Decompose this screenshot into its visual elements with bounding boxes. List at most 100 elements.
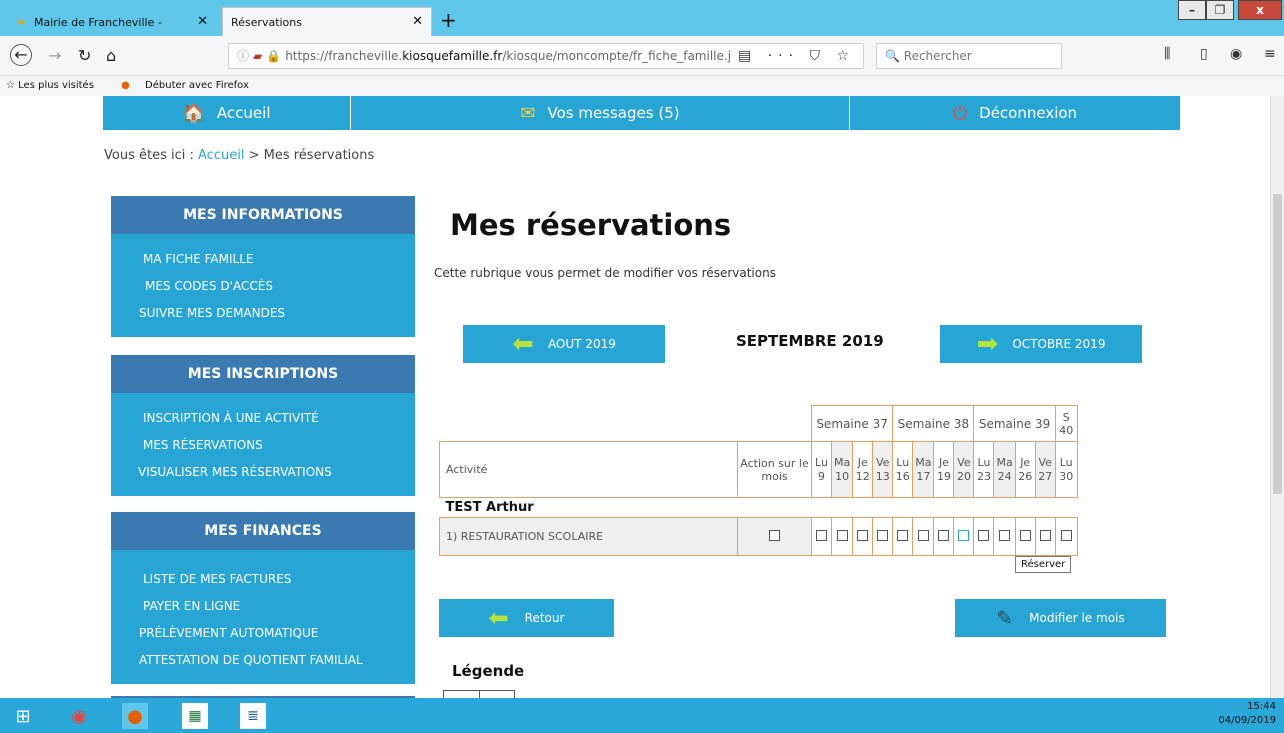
forward-icon[interactable]: → [48,46,61,65]
sidebar-link-fiche-famille[interactable]: MA FICHE FAMILLE [111,246,415,273]
reserve-checkbox[interactable] [857,529,869,541]
bookmark-most-visited[interactable]: ☆ Les plus visités [6,80,106,91]
reserve-checkbox[interactable] [877,529,889,541]
sidebar-link-prelevement[interactable]: PRÉLÈVEMENT AUTOMATIQUE [111,620,415,647]
day-header: Ve 27 [1034,441,1056,498]
nav-messages[interactable]: ✉ Vos messages (5) [351,96,850,130]
bookmark-firefox[interactable]: ● Débuter avec Firefox [121,80,261,91]
calc-spreadsheet-icon[interactable]: ▦ [182,703,208,729]
power-icon: ⏻ [952,102,968,124]
modify-month-button[interactable]: ✎ Modifier le mois [955,599,1166,637]
week-header: S 40 [1054,405,1078,442]
reserve-checkbox[interactable] [816,529,827,541]
firefox-icon[interactable]: ● [122,703,148,729]
day-cell [811,517,832,556]
day-header: Ma 24 [993,441,1016,498]
month-action-cell [737,517,812,556]
new-tab-button[interactable]: + [440,8,457,32]
scrollbar-thumb[interactable] [1273,194,1282,494]
week-header: Semaine 38 [892,405,975,442]
day-cell [1054,517,1078,556]
day-cell [892,517,914,556]
day-header: Je 26 [1014,441,1036,498]
sidebar-link-visualiser-reservations[interactable]: VISUALISER MES RÉSERVATIONS [111,459,415,486]
breadcrumb-home-link[interactable]: Accueil [198,148,244,163]
reserve-checkbox[interactable] [958,529,970,541]
day-cell [933,517,955,556]
back-button[interactable]: ⬅ Retour [439,599,614,637]
sidebar-link-inscription-activite[interactable]: INSCRIPTION À UNE ACTIVITÉ [111,405,415,432]
day-cell [953,517,975,556]
sidebar-link-codes-acces[interactable]: MES CODES D'ACCÈS [111,273,415,300]
page-scrollbar[interactable] [1270,96,1284,698]
reserve-checkbox[interactable] [1019,529,1031,541]
system-clock[interactable]: 15:44 04/09/2019 [1218,700,1276,728]
child-name: TEST Arthur [439,497,1078,518]
chrome-icon[interactable]: ◉ [66,703,92,729]
sidebar-link-suivre-demandes[interactable]: SUIVRE MES DEMANDES [111,300,415,327]
close-window-button[interactable]: x [1238,0,1282,20]
nav-label: Déconnexion [979,104,1078,122]
reload-icon[interactable]: ↻ [78,46,91,65]
top-navigation: 🏠 Accueil ✉ Vos messages (5) ⏻ Déconnexi… [103,96,1180,130]
clock-date: 04/09/2019 [1218,715,1276,726]
info-icon[interactable]: ⓘ [237,49,249,63]
home-icon[interactable]: ⌂ [106,46,116,65]
reserve-checkbox[interactable] [1039,529,1051,541]
breadcrumb-current: Mes réservations [263,148,375,163]
url-actions[interactable]: ▤ ··· ⛉ ☆ [738,44,855,68]
reserve-checkbox[interactable] [999,529,1011,541]
reserve-checkbox[interactable] [897,529,909,541]
day-cell [912,517,935,556]
sidebar-heading: MES INFORMATIONS [111,196,415,234]
arrow-right-icon: ➡ [976,329,999,359]
library-icon[interactable]: ⫼ [1164,46,1170,62]
clock-time: 15:44 [1247,701,1276,712]
account-icon[interactable]: ◉ [1230,46,1242,62]
week-header: Semaine 39 [973,405,1056,442]
minimize-button[interactable]: – [1178,0,1206,20]
close-tab-icon[interactable]: ✕ [412,14,423,29]
reserve-checkbox[interactable] [917,529,929,541]
maximize-button[interactable]: ❐ [1206,0,1234,20]
tab-mairie[interactable]: ❧ Mairie de Francheville - ✕ [6,8,216,36]
sidebar-link-factures[interactable]: LISTE DE MES FACTURES [111,566,415,593]
arrow-left-icon: ⬅ [512,329,534,359]
day-header: Ma 17 [912,441,935,498]
sidebar-link-mes-reservations[interactable]: MES RÉSERVATIONS [111,432,415,459]
activity-name: 1) RESTAURATION SCOLAIRE [439,517,738,556]
tab-reservations[interactable]: Réservations ✕ [222,7,432,36]
prev-month-button[interactable]: ⬅ AOUT 2019 [463,325,665,363]
sidebar-link-payer-en-ligne[interactable]: PAYER EN LIGNE [111,593,415,620]
sidebar-link-attestation-qf[interactable]: ATTESTATION DE QUOTIENT FAMILIAL [111,647,415,674]
nav-label: Accueil [216,104,271,122]
writer-document-icon[interactable]: ≣ [240,703,266,729]
tab-title: Mairie de Francheville - [34,15,162,29]
reserve-checkbox[interactable] [836,529,848,541]
day-header: Je 19 [933,441,955,498]
sidebar-heading: MES FINANCES [111,512,415,550]
close-tab-icon[interactable]: ✕ [197,14,208,29]
bookmarks-bar: ☆ Les plus visités ● Débuter avec Firefo… [0,76,1284,96]
back-icon[interactable]: ← [10,44,32,66]
leaf-icon: ❧ [15,15,27,29]
reserve-checkbox[interactable] [978,529,990,541]
search-input[interactable]: 🔍 Rechercher [876,43,1062,69]
sidebar-heading: MES INSCRIPTIONS [111,355,415,393]
permission-icon[interactable]: ▰ [253,49,262,63]
month-action-checkbox[interactable] [769,529,780,541]
day-cell [1014,517,1036,556]
url-bar[interactable]: ⓘ ▰ 🔒 https://francheville.kiosquefamille.f… [228,43,864,69]
windows-start-icon[interactable]: ⊞ [10,703,36,729]
sidebar-icon[interactable]: ▯ [1200,46,1208,62]
url-domain: kiosquefamille.fr [402,49,503,63]
menu-icon[interactable]: ≡ [1264,46,1276,62]
reserve-checkbox[interactable] [938,529,950,541]
nav-accueil[interactable]: 🏠 Accueil [103,96,351,130]
day-header: Je 12 [852,441,874,498]
current-month: SEPTEMBRE 2019 [736,332,884,350]
next-month-button[interactable]: ➡ OCTOBRE 2019 [940,325,1142,363]
reserve-checkbox[interactable] [1060,529,1072,541]
nav-deconnexion[interactable]: ⏻ Déconnexion [850,96,1180,130]
envelope-icon: ✉ [520,102,536,124]
